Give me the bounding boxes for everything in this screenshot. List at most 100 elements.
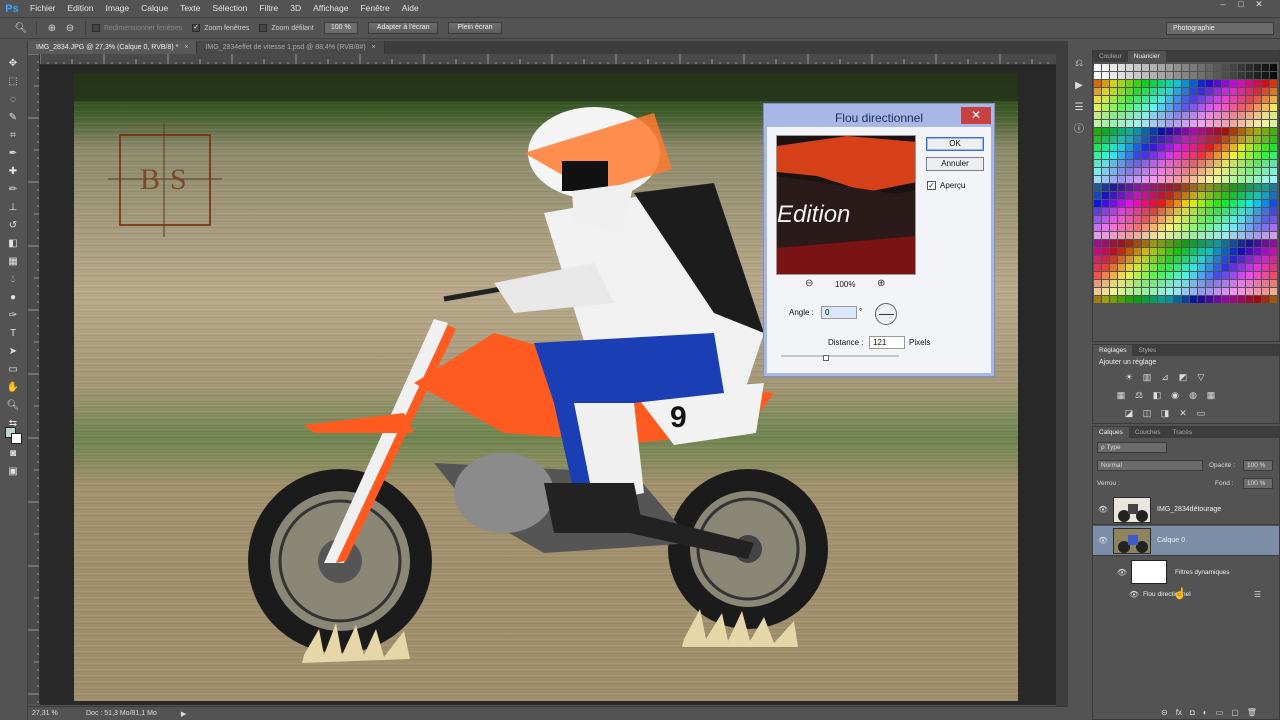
- color-swatch[interactable]: [1270, 96, 1277, 103]
- color-swatch[interactable]: [1142, 288, 1149, 295]
- adjustment-layer-icon[interactable]: ◐: [1203, 708, 1208, 717]
- color-swatch[interactable]: [1238, 184, 1245, 191]
- selective-color-icon[interactable]: ✕: [1175, 405, 1191, 421]
- color-swatch[interactable]: [1254, 104, 1261, 111]
- color-swatch[interactable]: [1190, 280, 1197, 287]
- curves-icon[interactable]: ⊿: [1157, 369, 1173, 385]
- color-swatch[interactable]: [1222, 72, 1229, 79]
- color-swatch[interactable]: [1198, 128, 1205, 135]
- color-swatch[interactable]: [1270, 72, 1277, 79]
- color-swatch[interactable]: [1254, 64, 1261, 71]
- color-swatch[interactable]: [1214, 88, 1221, 95]
- color-swatch[interactable]: [1182, 88, 1189, 95]
- color-swatch[interactable]: [1094, 104, 1101, 111]
- tab-traces[interactable]: Tracés: [1167, 427, 1199, 438]
- vibrance-icon[interactable]: ▽: [1193, 369, 1209, 385]
- color-swatch[interactable]: [1230, 104, 1237, 111]
- color-swatch[interactable]: [1270, 104, 1277, 111]
- color-swatch[interactable]: [1222, 160, 1229, 167]
- color-swatch[interactable]: [1206, 200, 1213, 207]
- color-swatch[interactable]: [1142, 120, 1149, 127]
- color-swatch[interactable]: [1126, 96, 1133, 103]
- distance-slider-thumb[interactable]: [823, 355, 829, 361]
- color-swatch[interactable]: [1102, 256, 1109, 263]
- color-swatch[interactable]: [1158, 264, 1165, 271]
- color-swatch[interactable]: [1110, 296, 1117, 303]
- color-swatch[interactable]: [1174, 88, 1181, 95]
- color-swatch[interactable]: [1110, 224, 1117, 231]
- color-swatch[interactable]: [1222, 272, 1229, 279]
- color-swatch[interactable]: [1150, 152, 1157, 159]
- color-swatch[interactable]: [1118, 208, 1125, 215]
- color-swatch[interactable]: [1166, 152, 1173, 159]
- visibility-eye-icon[interactable]: 👁︎: [1093, 505, 1113, 514]
- color-swatch[interactable]: [1214, 184, 1221, 191]
- color-swatch[interactable]: [1118, 272, 1125, 279]
- color-swatch[interactable]: [1166, 192, 1173, 199]
- color-swatch[interactable]: [1182, 240, 1189, 247]
- color-swatch[interactable]: [1214, 240, 1221, 247]
- color-swatch[interactable]: [1166, 176, 1173, 183]
- menu-image[interactable]: Image: [100, 0, 136, 17]
- color-swatch[interactable]: [1190, 184, 1197, 191]
- color-swatch[interactable]: [1158, 120, 1165, 127]
- color-swatch[interactable]: [1174, 160, 1181, 167]
- color-swatch[interactable]: [1246, 256, 1253, 263]
- color-swatch[interactable]: [1158, 160, 1165, 167]
- color-swatch[interactable]: [1110, 112, 1117, 119]
- color-swatch[interactable]: [1102, 288, 1109, 295]
- color-swatch[interactable]: [1182, 232, 1189, 239]
- color-swatch[interactable]: [1102, 120, 1109, 127]
- color-swatch[interactable]: [1158, 224, 1165, 231]
- layer-row-selected[interactable]: 👁︎ Calque 0: [1093, 526, 1279, 556]
- color-swatch[interactable]: [1190, 240, 1197, 247]
- color-swatch[interactable]: [1238, 176, 1245, 183]
- color-swatch[interactable]: [1198, 232, 1205, 239]
- color-swatch[interactable]: [1094, 192, 1101, 199]
- layer-filter-select[interactable]: ρ Type: [1097, 442, 1167, 453]
- color-swatch[interactable]: [1142, 208, 1149, 215]
- color-swatch[interactable]: [1126, 152, 1133, 159]
- color-swatch[interactable]: [1166, 216, 1173, 223]
- color-swatch[interactable]: [1230, 264, 1237, 271]
- dodge-tool-icon[interactable]: ●: [5, 291, 21, 305]
- color-swatch[interactable]: [1238, 240, 1245, 247]
- color-swatch[interactable]: [1094, 128, 1101, 135]
- color-swatch[interactable]: [1142, 264, 1149, 271]
- color-swatch[interactable]: [1150, 128, 1157, 135]
- workspace-select[interactable]: Photographie: [1166, 22, 1274, 35]
- color-swatch[interactable]: [1118, 216, 1125, 223]
- color-swatch[interactable]: [1230, 152, 1237, 159]
- color-swatch[interactable]: [1270, 120, 1277, 127]
- color-swatch[interactable]: [1094, 248, 1101, 255]
- color-swatch[interactable]: [1166, 64, 1173, 71]
- color-swatch[interactable]: [1102, 248, 1109, 255]
- color-swatch[interactable]: [1094, 72, 1101, 79]
- color-swatch[interactable]: [1102, 64, 1109, 71]
- color-swatch[interactable]: [1198, 288, 1205, 295]
- color-swatch[interactable]: [1182, 200, 1189, 207]
- color-swatch[interactable]: [1246, 240, 1253, 247]
- color-swatch[interactable]: [1238, 112, 1245, 119]
- color-swatch[interactable]: [1214, 72, 1221, 79]
- color-swatch[interactable]: [1150, 72, 1157, 79]
- color-swatch[interactable]: [1198, 224, 1205, 231]
- zoom-percent-field[interactable]: 100 %: [323, 22, 358, 34]
- color-swatch[interactable]: [1254, 184, 1261, 191]
- color-swatch[interactable]: [1174, 240, 1181, 247]
- color-swatch[interactable]: [1094, 136, 1101, 143]
- color-swatch[interactable]: [1094, 112, 1101, 119]
- color-swatch[interactable]: [1246, 112, 1253, 119]
- color-swatch[interactable]: [1214, 152, 1221, 159]
- color-swatch[interactable]: [1222, 184, 1229, 191]
- color-swatch[interactable]: [1174, 232, 1181, 239]
- color-swatch[interactable]: [1174, 280, 1181, 287]
- color-swatch[interactable]: [1150, 184, 1157, 191]
- color-swatch[interactable]: [1262, 240, 1269, 247]
- color-swatch[interactable]: [1150, 288, 1157, 295]
- color-swatch[interactable]: [1174, 144, 1181, 151]
- menu-edition[interactable]: Edition: [62, 0, 100, 17]
- color-swatch[interactable]: [1126, 208, 1133, 215]
- color-swatch[interactable]: [1270, 248, 1277, 255]
- color-swatch[interactable]: [1222, 200, 1229, 207]
